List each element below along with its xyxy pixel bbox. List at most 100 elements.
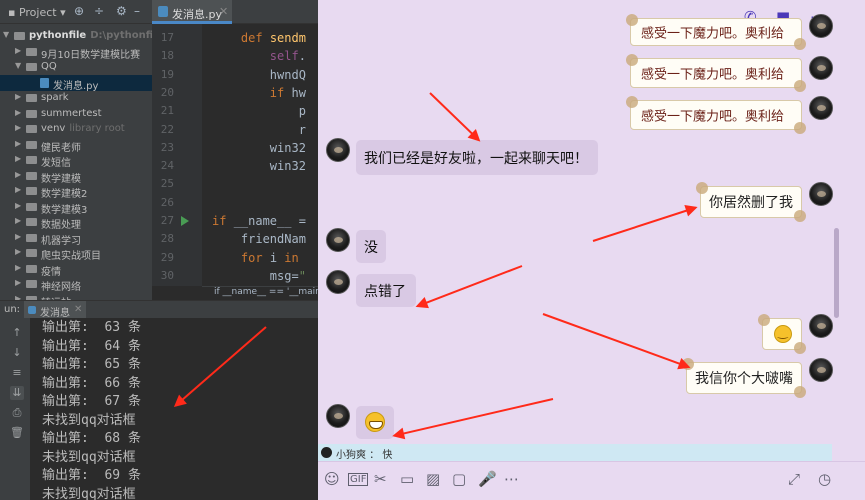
tree-folder-item[interactable]: ▶ 健民老师	[0, 137, 152, 153]
tree-folder-item[interactable]: ▶ 神经网络	[0, 276, 152, 292]
editor-tab-send-message[interactable]: 发消息.py ✕	[152, 0, 232, 24]
run-label: un:	[4, 304, 21, 315]
emoji-icon[interactable]: ☺	[324, 470, 340, 488]
tree-item-label: 机器学习	[41, 235, 81, 246]
tree-folder-item[interactable]: ▶ 9月10日数学建模比赛	[0, 44, 152, 60]
chevron-down-icon[interactable]: ▼	[3, 30, 9, 39]
trash-icon[interactable]: 🗑	[10, 426, 24, 440]
chevron-right-icon[interactable]: ▶	[15, 108, 21, 117]
chevron-right-icon[interactable]: ▶	[15, 201, 21, 210]
chevron-right-icon[interactable]: ▶	[15, 170, 21, 179]
avatar[interactable]	[809, 358, 833, 382]
tree-folder-item[interactable]: ▶ summertest	[0, 106, 152, 122]
friend-message[interactable]: 我们已经是好友啦，一起来聊天吧！	[356, 140, 598, 175]
locate-icon[interactable]: ⊕	[74, 4, 84, 18]
tree-folder-item[interactable]: ▶ 数学建模3	[0, 199, 152, 215]
chevron-right-icon[interactable]: ▶	[15, 185, 21, 194]
project-header[interactable]: ▪ Project ▾ ⊕ ÷ ⚙ –	[0, 0, 152, 24]
avatar[interactable]	[809, 182, 833, 206]
scissors-icon[interactable]: ✂	[374, 470, 387, 488]
input-toolbar: ☺ GIF ✂ ▭ ▨ ▢ 🎤 ⋯ ⤢ ◷	[318, 461, 865, 500]
avatar[interactable]	[326, 270, 350, 294]
image-icon[interactable]: ▨	[426, 470, 440, 488]
smile-emoji-icon	[774, 325, 792, 343]
gif-icon[interactable]: GIF	[348, 473, 369, 486]
tree-folder-item[interactable]: ▶ venv library root	[0, 121, 152, 137]
chat-scrollbar[interactable]	[834, 228, 839, 318]
code-line: msg="	[269, 268, 306, 283]
line-number: 26	[160, 195, 174, 209]
self-message[interactable]: 我信你个大啵嘴	[682, 358, 806, 398]
scroll-down-icon[interactable]: ↓	[10, 346, 24, 360]
friend-message[interactable]	[356, 406, 394, 439]
sticker-card[interactable]: 感受一下魔力吧。奥利给	[626, 96, 806, 134]
run-gutter-icon[interactable]	[181, 216, 189, 226]
friend-message[interactable]: 点错了	[356, 274, 416, 307]
sticker-card[interactable]: 感受一下魔力吧。奥利给	[626, 14, 806, 50]
chevron-right-icon[interactable]: ▶	[15, 247, 21, 256]
run-console[interactable]: 输出第: 63 条输出第: 64 条输出第: 65 条输出第: 66 条输出第:…	[30, 318, 318, 500]
chevron-right-icon[interactable]: ▶	[15, 123, 21, 132]
chevron-right-icon[interactable]: ▶	[15, 216, 21, 225]
tree-folder-item[interactable]: ▶ 疫情	[0, 261, 152, 277]
tree-folder-item[interactable]: ▶ 数据处理	[0, 214, 152, 230]
close-tab-icon[interactable]: ✕	[219, 5, 228, 18]
line-number: 30	[160, 268, 174, 282]
avatar[interactable]	[326, 228, 350, 252]
print-icon[interactable]: ⎙	[10, 406, 24, 420]
message-text: 我们已经是好友啦，一起来聊天吧！	[364, 150, 588, 167]
tree-folder-item[interactable]: ▶ spark	[0, 90, 152, 106]
tree-item-label: 爬虫实战项目	[41, 251, 101, 261]
chevron-right-icon[interactable]: ▶	[15, 46, 21, 55]
gear-icon[interactable]: ⚙	[116, 4, 127, 18]
tree-item-label: 数学建模	[41, 173, 81, 184]
gift-icon[interactable]: ▢	[452, 470, 466, 488]
tree-folder-item[interactable]: ▼ pythonfileD:\pythonfile	[0, 28, 152, 44]
tree-folder-item[interactable]: ▶ 数学建模	[0, 168, 152, 184]
close-run-tab-icon[interactable]: ✕	[74, 304, 82, 315]
chevron-right-icon[interactable]: ▶	[15, 232, 21, 241]
friend-message[interactable]: 没	[356, 230, 386, 263]
code-line: p	[298, 104, 306, 119]
scroll-to-end-icon[interactable]: ⇊	[10, 386, 24, 400]
code-editor[interactable]: def sendm self. hwndQ if hw p r win32 wi…	[202, 24, 318, 286]
chevron-right-icon[interactable]: ▶	[15, 139, 21, 148]
code-line: for i in	[240, 250, 299, 265]
tree-item-label: spark	[41, 92, 69, 103]
tree-folder-item[interactable]: ▶ 机器学习	[0, 230, 152, 246]
breadcrumb[interactable]: if __name__ == '__main'	[202, 286, 318, 300]
folder-icon[interactable]: ▭	[400, 470, 414, 488]
more-dots-icon[interactable]: ⋯	[504, 470, 519, 488]
tree-item-label: venv library root	[41, 123, 125, 134]
chevron-right-icon[interactable]: ▶	[15, 92, 21, 101]
avatar[interactable]	[809, 56, 833, 80]
expand-icon[interactable]: ⤢	[788, 470, 800, 488]
avatar[interactable]	[326, 138, 350, 162]
avatar[interactable]	[326, 404, 350, 428]
tree-folder-item[interactable]: ▶ 爬虫实战项目	[0, 245, 152, 261]
tree-item-extra: D:\pythonfile	[90, 30, 152, 41]
hide-icon[interactable]: –	[134, 4, 140, 18]
soft-wrap-icon[interactable]: ≡	[10, 366, 24, 380]
chevron-right-icon[interactable]: ▶	[15, 154, 21, 163]
tree-folder-item[interactable]: ▶ 数学建模2	[0, 183, 152, 199]
tree-folder-item[interactable]: ▶ 发短信	[0, 152, 152, 168]
run-tool-bar: un: 发消息 ✕	[0, 300, 318, 319]
typing-hint-bar[interactable]: 小狗爽 ： 快	[318, 444, 832, 461]
tree-folder-item[interactable]: ▼ QQ	[0, 59, 152, 75]
chevron-down-icon[interactable]: ▼	[15, 61, 21, 70]
avatar[interactable]	[809, 14, 833, 38]
history-icon[interactable]: ◷	[818, 470, 831, 488]
collapse-icon[interactable]: ÷	[94, 4, 104, 18]
self-message[interactable]	[758, 314, 806, 354]
tree-file-item[interactable]: 发消息.py	[0, 74, 152, 91]
python-file-icon	[28, 306, 36, 314]
avatar[interactable]	[809, 96, 833, 120]
mic-icon[interactable]: 🎤	[478, 470, 497, 488]
avatar[interactable]	[809, 314, 833, 338]
scroll-up-icon[interactable]: ↑	[10, 326, 24, 340]
chevron-right-icon[interactable]: ▶	[15, 263, 21, 272]
chevron-right-icon[interactable]: ▶	[15, 278, 21, 287]
self-message[interactable]: 你居然删了我	[696, 182, 806, 222]
sticker-card[interactable]: 感受一下魔力吧。奥利给	[626, 54, 806, 92]
